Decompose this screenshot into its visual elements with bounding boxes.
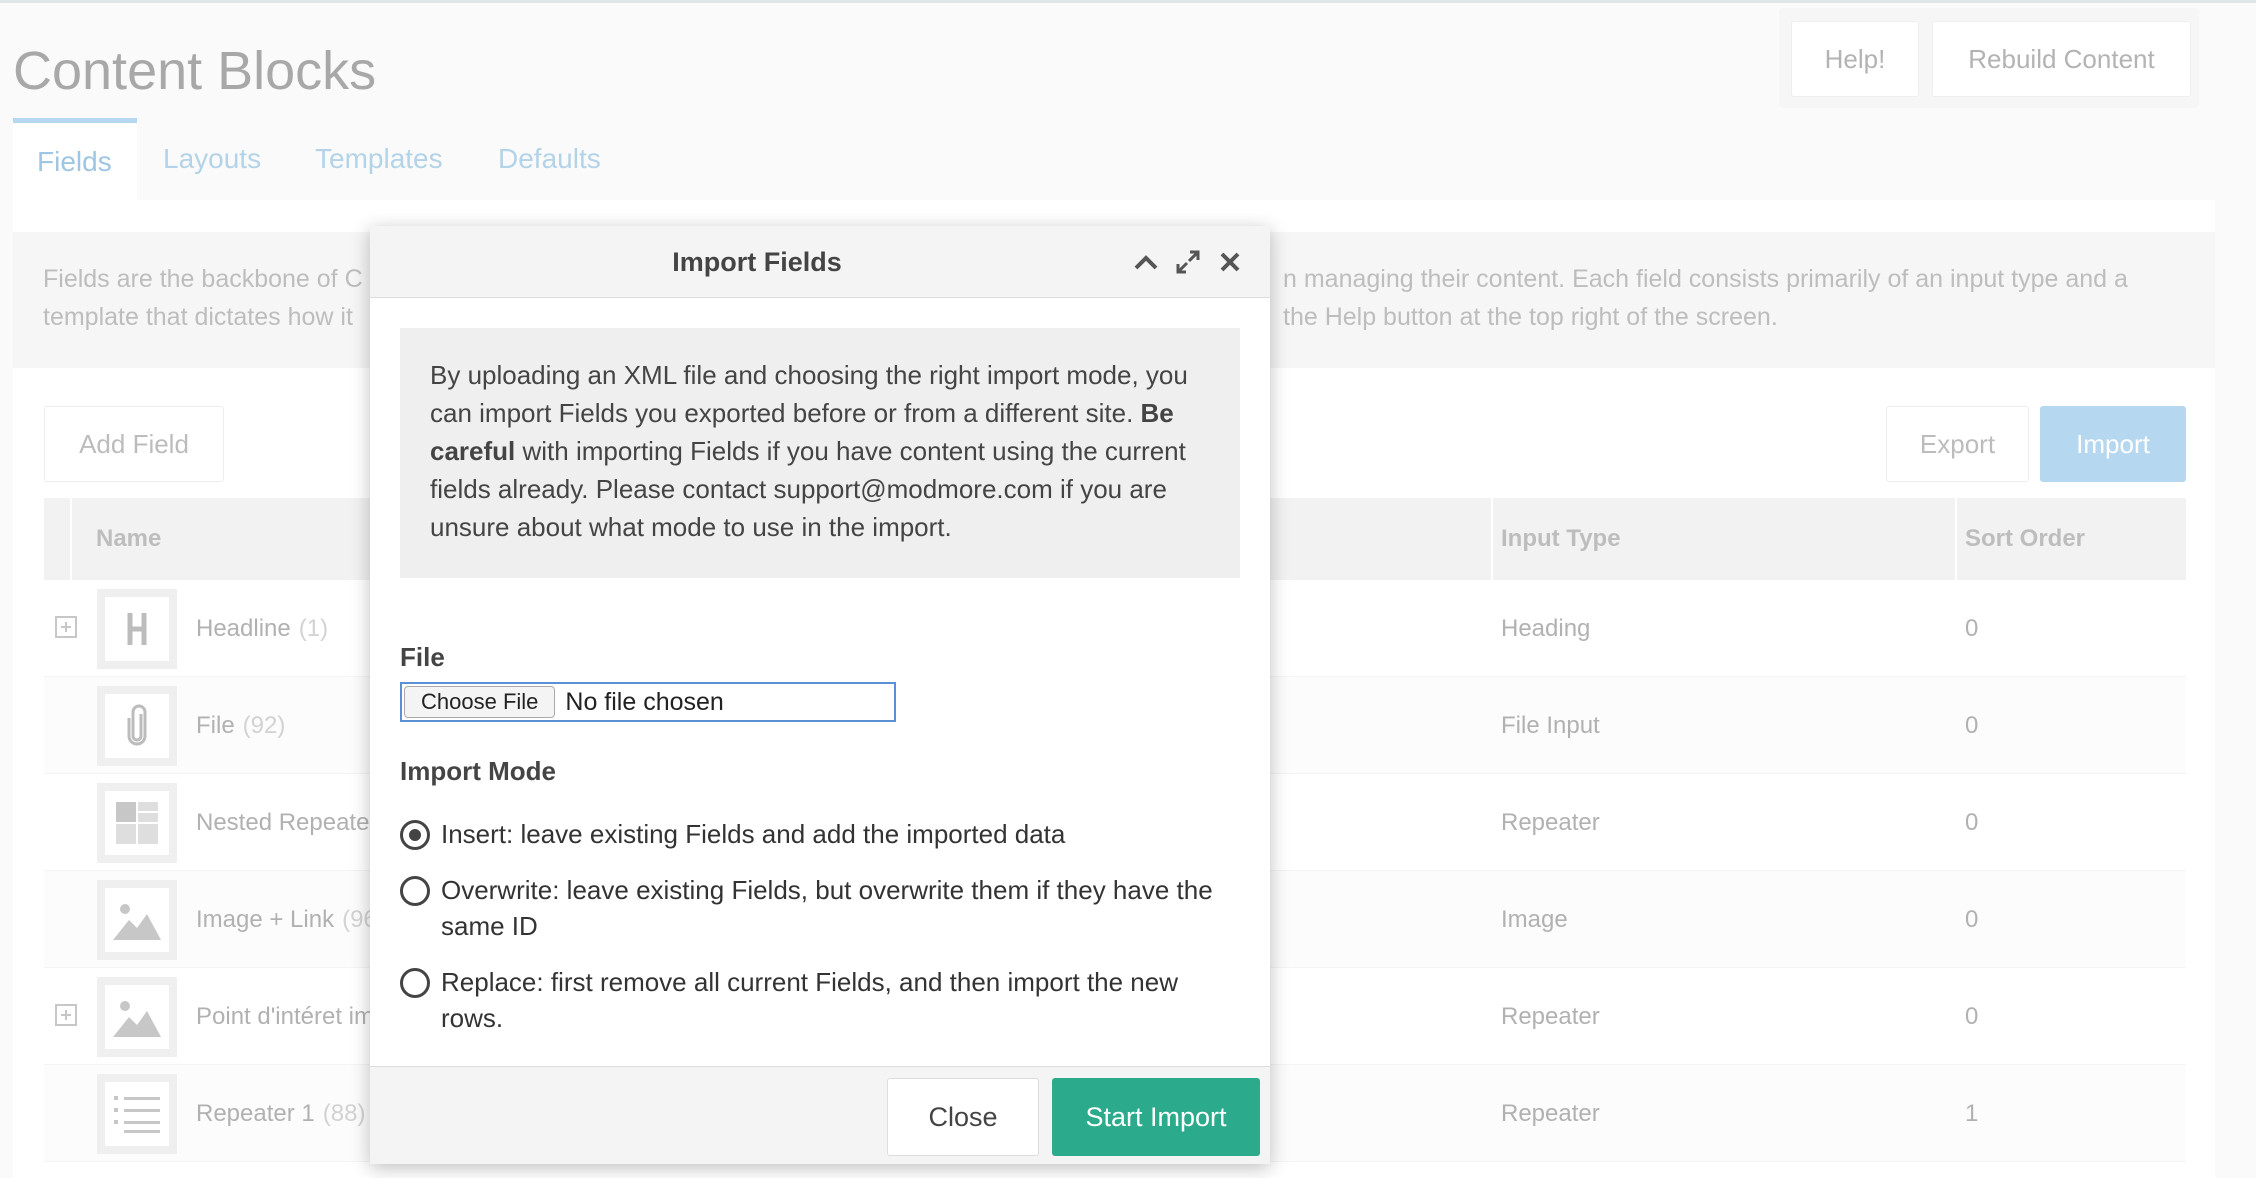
radio-replace[interactable] (400, 968, 430, 998)
info-text: with importing Fields if you have conten… (430, 436, 1186, 542)
import-mode-replace[interactable]: Replace: first remove all current Fields… (400, 964, 1230, 1036)
import-mode-insert[interactable]: Insert: leave existing Fields and add th… (400, 816, 1230, 852)
dialog-footer: Close Start Import (370, 1066, 1270, 1164)
radio-overwrite[interactable] (400, 876, 430, 906)
start-import-button[interactable]: Start Import (1052, 1078, 1260, 1156)
choose-file-button[interactable]: Choose File (404, 686, 556, 718)
info-text: By uploading an XML file and choosing th… (430, 360, 1188, 428)
radio-insert[interactable] (400, 820, 430, 850)
file-input[interactable]: Choose File No file chosen (400, 682, 896, 722)
radio-label[interactable]: Replace: first remove all current Fields… (441, 964, 1230, 1036)
radio-label[interactable]: Overwrite: leave existing Fields, but ov… (441, 872, 1230, 944)
dialog-title: Import Fields (672, 246, 842, 277)
close-button[interactable]: Close (887, 1078, 1039, 1156)
import-info-box: By uploading an XML file and choosing th… (400, 328, 1240, 578)
close-icon[interactable] (1214, 246, 1246, 278)
chevron-up-icon[interactable] (1130, 246, 1162, 278)
maximize-icon[interactable] (1172, 246, 1204, 278)
import-mode-label: Import Mode (400, 756, 556, 786)
import-fields-dialog: Import Fields By uploading an XML file a… (370, 226, 1270, 1164)
file-status: No file chosen (565, 687, 724, 716)
radio-label[interactable]: Insert: leave existing Fields and add th… (441, 816, 1065, 852)
file-label: File (400, 642, 445, 672)
dialog-header: Import Fields (370, 226, 1270, 298)
import-mode-overwrite[interactable]: Overwrite: leave existing Fields, but ov… (400, 872, 1230, 944)
